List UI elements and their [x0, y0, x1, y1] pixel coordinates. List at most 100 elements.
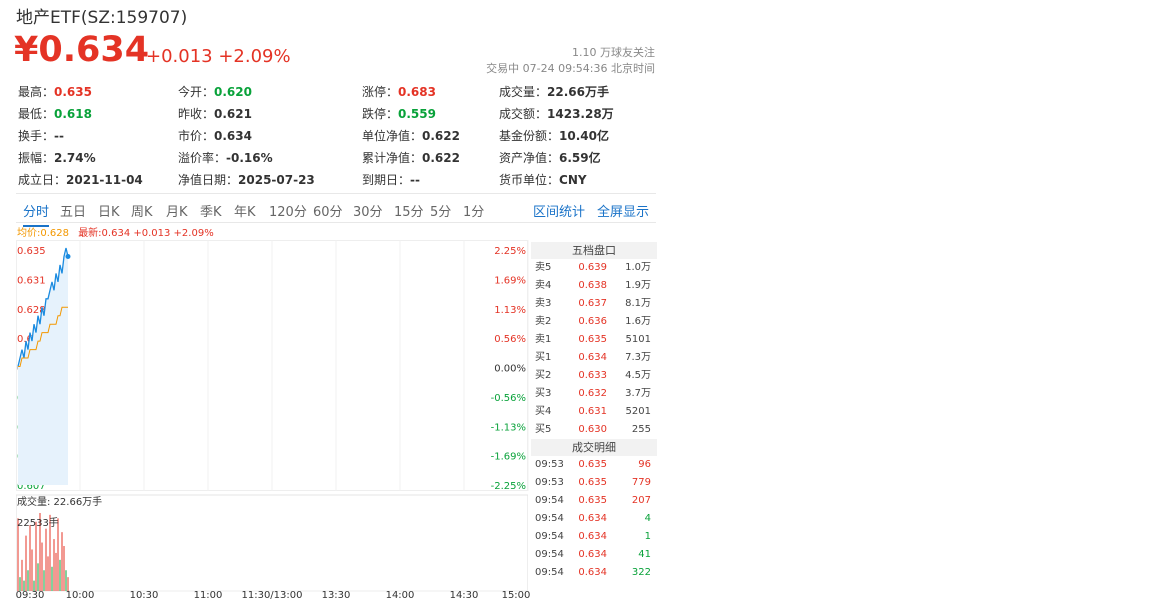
stat-value: 0.635 [54, 85, 92, 99]
row-col-3: 5101 [625, 334, 651, 345]
x-tick-label: 13:30 [321, 590, 351, 601]
intraday-chart[interactable]: 0.6350.6310.6280.6250.6210.6170.6140.611… [16, 240, 530, 602]
stat-value: 0.622 [422, 129, 460, 143]
followers-count: 1.10 万球友关注 [572, 46, 655, 59]
x-tick-label: 09:30 [15, 590, 45, 601]
row-col-2: 0.635 [578, 459, 607, 470]
stat-value: -- [410, 173, 420, 187]
volume-bar [21, 559, 23, 591]
row-col-3: 3.7万 [625, 388, 651, 399]
stat-label: 到期日： [362, 173, 411, 187]
stat-value: 10.40亿 [559, 129, 609, 143]
y-tick-label-pct: -0.56% [491, 393, 526, 404]
y-tick-label-pct: 1.69% [494, 275, 526, 286]
row-col-3: 1.0万 [625, 262, 651, 273]
stat-value: 0.620 [214, 85, 252, 99]
chart-tabs: 分时 五日 日K 周K 月K 季K 年K 120分 60分 30分 15分 5分 1分 区间统计 全屏显示 [16, 193, 656, 227]
stat-label: 资产净值： [499, 151, 560, 165]
stat-value: -- [54, 129, 64, 143]
stat-label: 涨停： [362, 85, 399, 99]
trade-row: 09:54 0.634 4 [531, 510, 657, 528]
stat-label: 成交量： [499, 85, 548, 99]
stat-item: 净值日期：2025-07-23 [178, 171, 315, 188]
row-col-2: 0.631 [578, 406, 607, 417]
tab-5[interactable]: 季K [200, 201, 222, 220]
stat-label: 单位净值： [362, 129, 423, 143]
volume-bar [45, 528, 47, 591]
stat-item: 涨停：0.683 [362, 83, 436, 100]
volume-bar [59, 559, 61, 591]
range-stats-link[interactable]: 区间统计 [533, 201, 585, 220]
stat-value: 1423.28万 [547, 107, 614, 121]
tab-9[interactable]: 30分 [353, 201, 383, 220]
y-tick-label-pct: -2.25% [491, 481, 526, 492]
row-col-2: 0.639 [578, 262, 607, 273]
tab-7[interactable]: 120分 [269, 201, 307, 220]
x-tick-label: 14:30 [449, 590, 479, 601]
tab-10[interactable]: 15分 [394, 201, 424, 220]
y-tick-label-pct: 1.13% [494, 305, 526, 316]
x-tick-label: 14:00 [385, 590, 415, 601]
volume-bar [61, 532, 63, 591]
stat-label: 成立日： [18, 173, 67, 187]
trades-title: 成交明细 [531, 439, 657, 456]
stat-item: 最高：0.635 [18, 83, 92, 100]
stat-item: 换手：-- [18, 127, 64, 144]
volume-bar [35, 521, 37, 591]
row-col-2: 0.633 [578, 370, 607, 381]
row-col-1: 卖5 [535, 262, 552, 273]
stat-item: 最低：0.618 [18, 105, 92, 122]
volume-bar [53, 539, 55, 591]
stat-item: 溢价率：-0.16% [178, 149, 273, 166]
tab-11[interactable]: 5分 [430, 201, 451, 220]
x-tick-label: 15:00 [501, 590, 531, 601]
trading-status: 交易中 07-24 09:54:36 北京时间 [486, 62, 655, 75]
fullscreen-link[interactable]: 全屏显示 [597, 201, 649, 220]
trade-row: 09:54 0.634 41 [531, 546, 657, 564]
ask-row: 卖4 0.638 1.9万 [531, 277, 657, 295]
tab-0[interactable]: 分时 [23, 201, 50, 227]
stat-value: 2.74% [54, 151, 96, 165]
tab-8[interactable]: 60分 [313, 201, 343, 220]
row-col-3: 1.6万 [625, 316, 651, 327]
stat-item: 跌停：0.559 [362, 105, 436, 122]
y-tick-label-pct: 2.25% [494, 246, 526, 257]
tab-3[interactable]: 周K [131, 201, 153, 220]
bid-row: 买2 0.633 4.5万 [531, 367, 657, 385]
stat-item: 基金份额：10.40亿 [499, 127, 609, 144]
volume-bar [41, 542, 43, 591]
row-col-2: 0.630 [578, 424, 607, 435]
stat-item: 振幅：2.74% [18, 149, 96, 166]
volume-bar [63, 545, 65, 591]
row-col-1: 卖4 [535, 280, 552, 291]
stat-label: 振幅： [18, 151, 55, 165]
stat-item: 累计净值：0.622 [362, 149, 460, 166]
row-col-3: 96 [638, 459, 651, 470]
volume-bar [37, 563, 39, 591]
row-col-1: 买5 [535, 424, 552, 435]
tab-2[interactable]: 日K [98, 201, 120, 220]
volume-max-label: 22533手 [17, 518, 59, 529]
row-col-1: 09:54 [535, 531, 564, 542]
trade-row: 09:53 0.635 96 [531, 456, 657, 474]
row-col-1: 09:53 [535, 477, 564, 488]
row-col-2: 0.634 [578, 513, 607, 524]
tab-4[interactable]: 月K [166, 201, 188, 220]
ask-row: 卖2 0.636 1.6万 [531, 313, 657, 331]
stat-value: CNY [559, 173, 587, 187]
order-book-title: 五档盘口 [531, 242, 657, 259]
volume-bar [67, 577, 69, 591]
x-tick-label: 11:00 [193, 590, 223, 601]
row-col-2: 0.632 [578, 388, 607, 399]
tab-12[interactable]: 1分 [463, 201, 484, 220]
stat-label: 最低： [18, 107, 55, 121]
stat-item: 成交量：22.66万手 [499, 83, 609, 100]
row-col-2: 0.634 [578, 567, 607, 578]
tab-1[interactable]: 五日 [60, 201, 86, 220]
fund-title: 地产ETF(SZ:159707) [16, 8, 188, 28]
row-col-2: 0.634 [578, 352, 607, 363]
row-col-3: 4.5万 [625, 370, 651, 381]
tab-6[interactable]: 年K [234, 201, 256, 220]
ask-row: 卖5 0.639 1.0万 [531, 259, 657, 277]
stat-label: 市价： [178, 129, 215, 143]
